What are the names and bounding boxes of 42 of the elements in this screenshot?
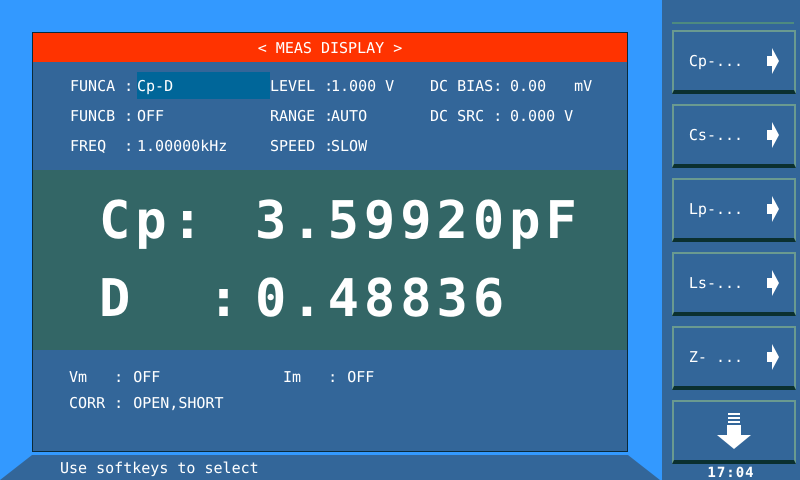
softkey-button[interactable]: Ls-...	[672, 252, 796, 316]
reading-label: Cp:	[99, 191, 209, 251]
screen-title: < MEAS DISPLAY >	[258, 38, 402, 56]
param-label: FUNCB :	[70, 106, 134, 124]
arrow-icon	[767, 344, 780, 370]
param-value[interactable]: 1.00000kHz	[137, 136, 228, 154]
param-label: DC BIAS:	[430, 76, 504, 94]
param-label: LEVEL :	[270, 76, 331, 94]
down-arrow-icon	[717, 413, 751, 449]
monitor-label: Im :	[283, 368, 338, 386]
param-value[interactable]: 0.00	[510, 76, 546, 94]
softkey-button[interactable]: Cs-...	[672, 104, 796, 168]
arrow-icon	[767, 122, 780, 148]
status-bar: Use softkeys to select	[0, 455, 660, 480]
softkey-button[interactable]: Z- ...	[672, 326, 796, 390]
softkey-button[interactable]: Cp-...	[672, 30, 796, 94]
clock: 17:04	[706, 465, 756, 480]
param-label: RANGE :	[270, 106, 331, 124]
param-unit: mV	[574, 76, 592, 94]
monitor-value: OPEN,SHORT	[133, 394, 224, 412]
arrow-icon	[767, 196, 780, 222]
arrow-icon	[767, 48, 780, 74]
reading-value: 3.59920pF	[255, 191, 582, 251]
param-value[interactable]: SLOW	[331, 136, 368, 154]
param-label: FUNCA :	[70, 76, 134, 94]
param-label: DC SRC :	[430, 106, 504, 124]
softkey-button[interactable]: Lp-...	[672, 178, 796, 242]
param-value[interactable]: 0.000 V	[510, 106, 574, 124]
param-value[interactable]: 1.000 V	[331, 76, 394, 94]
param-value[interactable]: AUTO	[331, 106, 368, 124]
param-value[interactable]: Cp-D	[137, 76, 174, 94]
reading-value: 0.48836	[255, 269, 510, 329]
monitor-value: OFF	[347, 368, 374, 386]
more-button[interactable]	[672, 400, 796, 464]
param-label: FREQ :	[70, 136, 134, 154]
monitor-label: CORR :	[69, 394, 124, 412]
param-value[interactable]: OFF	[137, 106, 164, 124]
reading-label: D :	[99, 269, 246, 329]
param-label: SPEED :	[270, 136, 331, 154]
monitor-value: OFF	[133, 368, 160, 386]
monitor-label: Vm :	[69, 368, 124, 386]
arrow-icon	[767, 270, 780, 296]
